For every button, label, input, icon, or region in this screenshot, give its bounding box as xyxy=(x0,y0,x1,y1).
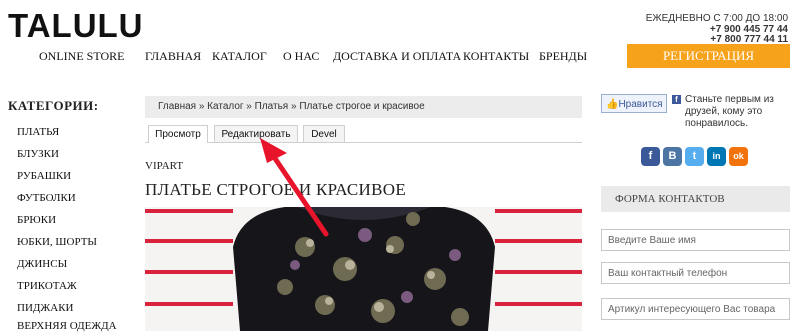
like-prompt-text: Станьте первым из друзей, кому это понра… xyxy=(685,94,774,129)
twitter-share-icon[interactable]: t xyxy=(685,147,704,166)
like-button[interactable]: 👍Нравится xyxy=(601,94,667,113)
linkedin-share-icon[interactable]: in xyxy=(707,147,726,166)
phone-field[interactable] xyxy=(601,262,790,284)
name-field[interactable] xyxy=(601,229,790,251)
vkontakte-share-icon[interactable]: B xyxy=(663,147,682,166)
facebook-share-icon[interactable]: f xyxy=(641,147,660,166)
contact-form-title: ФОРМА КОНТАКТОВ xyxy=(601,186,790,212)
like-label: Нравится xyxy=(618,99,663,110)
article-field[interactable] xyxy=(601,298,790,320)
odnoklassniki-share-icon[interactable]: ok xyxy=(729,147,748,166)
thumbs-up-icon: 👍 xyxy=(606,99,619,110)
facebook-icon: f xyxy=(672,95,681,104)
